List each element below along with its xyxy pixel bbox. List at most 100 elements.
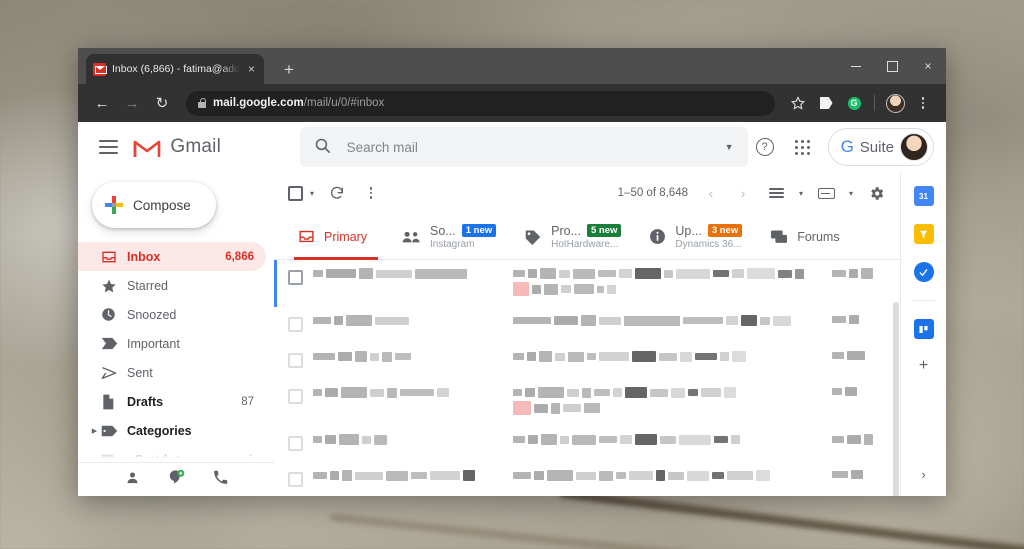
apps-grid-icon[interactable] <box>786 130 820 164</box>
forward-icon[interactable]: → <box>118 89 146 117</box>
list-scrollbar[interactable] <box>892 260 900 496</box>
scrollbar-thumb[interactable] <box>893 302 899 496</box>
refresh-icon[interactable] <box>321 177 353 209</box>
tab-pro[interactable]: Pro... 5 new HotHardware... <box>510 214 635 259</box>
density-caret-icon[interactable]: ▾ <box>794 189 808 198</box>
expand-panel-icon[interactable]: › <box>921 467 925 482</box>
row-date <box>832 268 888 282</box>
close-window-button[interactable]: × <box>910 48 946 84</box>
row-subject <box>513 351 822 365</box>
redacted-block <box>659 352 677 361</box>
table-row[interactable] <box>274 260 900 307</box>
row-checkbox[interactable] <box>288 317 303 332</box>
back-icon[interactable]: ← <box>88 89 116 117</box>
row-checkbox[interactable] <box>288 472 303 487</box>
maximize-button[interactable] <box>874 48 910 84</box>
omnibox-divider <box>874 95 875 111</box>
table-row[interactable] <box>274 307 900 343</box>
sidebar-item-inbox[interactable]: Inbox 6,866 <box>78 242 266 271</box>
search-icon <box>314 137 331 158</box>
redacted-block <box>513 282 529 296</box>
sidebar-item-starred[interactable]: Starred <box>78 271 266 300</box>
density-icon[interactable] <box>760 177 792 209</box>
account-pill[interactable]: G Suite <box>827 128 934 166</box>
addon-icon[interactable] <box>913 319 934 339</box>
row-checkbox[interactable] <box>288 436 303 451</box>
redacted-block <box>338 352 352 361</box>
tab-primary[interactable]: Primary <box>284 214 388 260</box>
select-all-caret-icon[interactable]: ▾ <box>305 189 319 198</box>
gear-icon[interactable] <box>860 177 892 209</box>
redacted-block <box>376 269 412 278</box>
compose-button[interactable]: Compose <box>92 182 216 228</box>
tab-up[interactable]: Up... 3 new Dynamics 36... <box>635 214 756 259</box>
table-row[interactable] <box>274 426 900 462</box>
redacted-block <box>559 269 570 278</box>
minimize-button[interactable] <box>838 48 874 84</box>
chevron-down-icon[interactable]: ▼ <box>725 142 734 152</box>
select-all-checkbox[interactable] <box>288 185 303 201</box>
gmail-app: Gmail Search mail ▼ ? G Suite Compose In… <box>78 122 946 496</box>
redacted-block <box>629 471 653 480</box>
grammarly-icon[interactable]: G <box>841 90 867 116</box>
tab-so[interactable]: So... 1 new Instagram <box>388 214 510 259</box>
hamburger-icon[interactable] <box>92 130 125 164</box>
address-bar[interactable]: mail.google.com/mail/u/0/#inbox <box>186 90 775 116</box>
add-panel-icon[interactable]: + <box>919 357 928 375</box>
help-icon[interactable]: ? <box>748 130 782 164</box>
search-mail-bar[interactable]: Search mail ▼ <box>299 127 748 167</box>
phone-icon[interactable] <box>213 470 228 490</box>
keyboard-icon[interactable] <box>810 177 842 209</box>
close-icon[interactable]: × <box>246 61 257 77</box>
contacts-icon[interactable] <box>125 470 140 490</box>
info-icon <box>649 228 666 245</box>
keyboard-caret-icon[interactable]: ▾ <box>844 189 858 198</box>
redacted-block <box>415 268 467 279</box>
reload-icon[interactable]: ↻ <box>148 89 176 117</box>
tasks-icon[interactable] <box>913 262 934 282</box>
tab-forums[interactable]: Forums <box>756 214 860 259</box>
browser-window: Inbox (6,866) - fatima@addictive × + × ←… <box>78 48 946 496</box>
row-checkbox[interactable] <box>288 270 303 285</box>
redacted-block <box>832 270 846 277</box>
redacted-block <box>726 316 738 325</box>
sidebar-item-categories[interactable]: ▶ Categories <box>78 416 266 445</box>
send-icon <box>101 366 127 380</box>
browser-tab[interactable]: Inbox (6,866) - fatima@addictive × <box>86 54 264 84</box>
row-subject <box>513 387 822 418</box>
star-icon[interactable] <box>785 90 811 116</box>
hangouts-icon[interactable] <box>168 469 185 491</box>
sidebar-item-snoozed[interactable]: Snoozed <box>78 300 266 329</box>
more-vertical-icon[interactable] <box>355 177 387 209</box>
search-input[interactable]: Search mail <box>347 140 709 155</box>
keep-icon[interactable] <box>913 224 934 244</box>
table-row[interactable] <box>274 379 900 426</box>
sidebar-item-count: 87 <box>241 395 254 408</box>
row-checkbox[interactable] <box>288 389 303 404</box>
row-checkbox[interactable] <box>288 353 303 368</box>
next-page-icon[interactable]: › <box>728 178 758 208</box>
extension-flag-icon[interactable] <box>813 90 839 116</box>
redacted-text-line <box>832 434 888 445</box>
table-row[interactable] <box>274 343 900 379</box>
chrome-menu-icon[interactable] <box>910 90 936 116</box>
sidebar-item-sent[interactable]: Sent <box>78 358 266 387</box>
redacted-block <box>680 351 692 362</box>
table-row[interactable] <box>274 462 900 496</box>
redacted-block <box>594 389 610 396</box>
redacted-block <box>732 269 744 278</box>
profile-avatar[interactable] <box>882 90 908 116</box>
new-tab-button[interactable]: + <box>278 61 300 78</box>
sidebar-item-drafts[interactable]: Drafts 87 <box>78 387 266 416</box>
calendar-icon[interactable]: 31 <box>913 186 934 206</box>
redacted-block <box>864 434 873 445</box>
redacted-text-line <box>513 387 822 398</box>
expand-arrow-icon[interactable]: ▶ <box>88 427 101 435</box>
previous-page-icon[interactable]: ‹ <box>696 178 726 208</box>
row-subject <box>513 268 822 299</box>
url-path: /mail/u/0/#inbox <box>303 97 385 109</box>
avatar[interactable] <box>900 133 928 161</box>
redacted-block <box>635 434 657 445</box>
redacted-block <box>370 352 379 361</box>
sidebar-item-important[interactable]: Important <box>78 329 266 358</box>
